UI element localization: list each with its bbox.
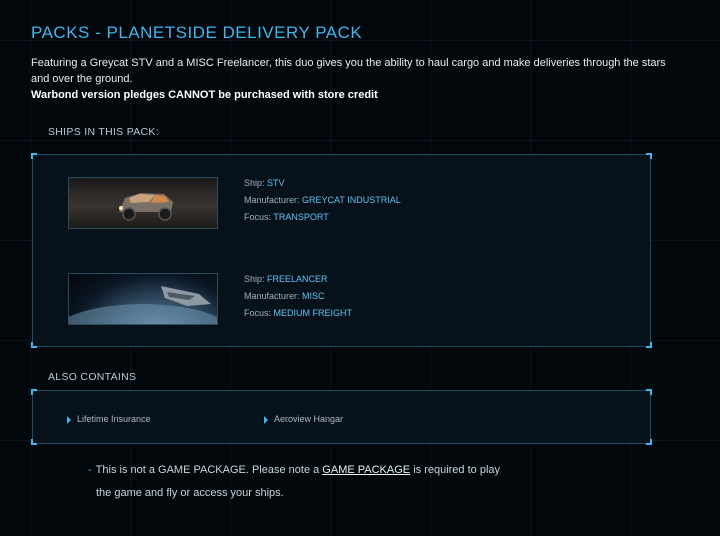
manufacturer-label: Manufacturer: <box>244 195 300 205</box>
note-text-2: is required to play <box>413 464 501 476</box>
bullet-icon <box>67 415 71 424</box>
ship-name: STV <box>267 178 285 188</box>
description-text: Featuring a Greycat STV and a MISC Freel… <box>31 57 666 85</box>
freelancer-info: Ship: FREELANCER Manufacturer: MISC Focu… <box>244 271 352 322</box>
pack-description: Featuring a Greycat STV and a MISC Freel… <box>31 55 671 103</box>
page-title: PACKS - PLANETSIDE DELIVERY PACK <box>31 23 363 42</box>
ship-label: Ship: <box>244 178 265 188</box>
manufacturer-name: MISC <box>302 291 325 301</box>
contains-section-label: ALSO CONTAINS <box>48 371 137 383</box>
focus-value: MEDIUM FREIGHT <box>273 308 353 318</box>
note-dash: - <box>88 464 92 476</box>
freelancer-thumbnail[interactable] <box>68 273 218 325</box>
store-credit-warning: Warbond version pledges CANNOT be purcha… <box>31 89 378 101</box>
ship-name: FREELANCER <box>267 274 328 284</box>
stv-vehicle-icon <box>119 193 173 221</box>
focus-value: TRANSPORT <box>273 212 329 222</box>
stv-thumbnail[interactable] <box>68 177 218 229</box>
note-text-3: the game and fly or access your ships. <box>96 487 284 499</box>
focus-label: Focus: <box>244 308 272 318</box>
contains-item-hangar: Aeroview Hangar <box>264 414 343 424</box>
bullet-icon <box>264 415 268 424</box>
stv-info: Ship: STV Manufacturer: GREYCAT INDUSTRI… <box>244 175 401 226</box>
ships-panel: Ship: STV Manufacturer: GREYCAT INDUSTRI… <box>31 153 652 348</box>
manufacturer-label: Manufacturer: <box>244 291 300 301</box>
contains-item-label: Lifetime Insurance <box>77 414 151 424</box>
freelancer-ship-icon <box>69 286 217 324</box>
note-text-1: This is not a GAME PACKAGE. Please note … <box>95 464 320 476</box>
contains-panel: Lifetime Insurance Aeroview Hangar <box>31 389 652 445</box>
contains-item-insurance: Lifetime Insurance <box>67 414 151 424</box>
ship-label: Ship: <box>244 274 265 284</box>
game-package-note: - This is not a GAME PACKAGE. Please note… <box>88 459 508 505</box>
game-package-link[interactable]: GAME PACKAGE <box>322 464 410 476</box>
ships-section-label: SHIPS IN THIS PACK: <box>48 126 159 138</box>
contains-item-label: Aeroview Hangar <box>274 414 344 424</box>
focus-label: Focus: <box>244 212 272 222</box>
manufacturer-name: GREYCAT INDUSTRIAL <box>302 195 401 205</box>
